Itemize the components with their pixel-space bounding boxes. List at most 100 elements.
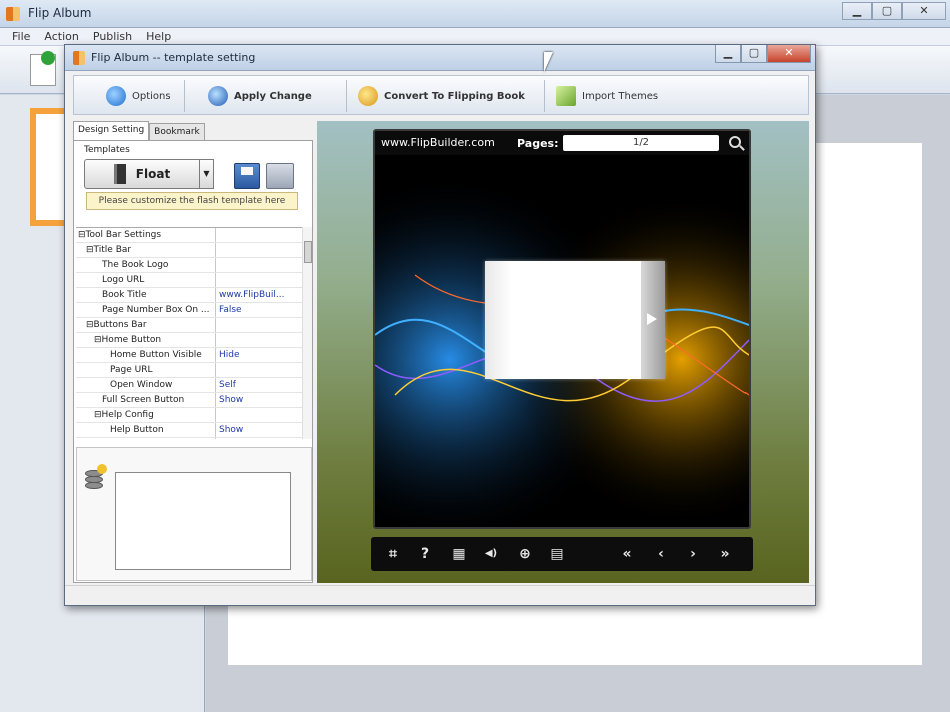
toolbar-separator [346, 80, 347, 112]
import-themes-button[interactable]: Import Themes [556, 84, 658, 108]
property-row[interactable]: ⊟Buttons Bar [76, 318, 302, 333]
menu-publish[interactable]: Publish [93, 28, 132, 45]
property-row[interactable]: Book Title www.FlipBuil... [76, 288, 302, 303]
apply-change-label: Apply Change [234, 90, 312, 102]
last-page-icon[interactable]: » [715, 544, 735, 564]
flip-album-app-icon [6, 7, 20, 21]
description-box [115, 472, 291, 570]
sound-icon[interactable]: ◀) [481, 544, 501, 564]
main-window-title: Flip Album [28, 6, 92, 20]
property-row[interactable]: ⊟Help Config [76, 408, 302, 423]
save-template-icon[interactable] [234, 163, 260, 189]
main-minimize-button[interactable]: ▁ [842, 2, 872, 20]
template-select[interactable]: Float ▼ [84, 159, 218, 189]
mouse-cursor-icon [544, 52, 553, 72]
tab-bookmark[interactable]: Bookmark [149, 123, 205, 141]
property-row[interactable]: Open Window Self [76, 378, 302, 393]
dialog-titlebar[interactable]: Flip Album -- template setting ▁ ▢ ✕ [65, 45, 815, 71]
search-icon[interactable] [729, 136, 741, 148]
bookmark-icon[interactable]: ▤ [547, 544, 567, 564]
main-titlebar: Flip Album ▁ ▢ ✕ [0, 0, 950, 28]
property-name: ⊟Help Config [76, 408, 216, 422]
dialog-maximize-button[interactable]: ▢ [741, 45, 767, 63]
property-value[interactable] [216, 258, 302, 272]
property-row[interactable]: ⊟Home Button [76, 333, 302, 348]
fullscreen-icon[interactable]: ⌗ [383, 544, 403, 564]
property-value[interactable]: Hide [216, 348, 302, 362]
book-page[interactable] [485, 261, 665, 379]
property-row[interactable]: Help Button Show [76, 423, 302, 438]
property-name: Help Content File [76, 438, 216, 439]
dialog-minimize-button[interactable]: ▁ [715, 45, 741, 63]
property-row[interactable]: The Book Logo [76, 258, 302, 273]
description-area [76, 447, 312, 581]
property-value[interactable] [216, 243, 302, 257]
property-value[interactable] [216, 363, 302, 377]
template-dropdown-arrow[interactable]: ▼ [200, 159, 214, 189]
property-value[interactable] [216, 408, 302, 422]
help-icon[interactable]: ? [415, 544, 435, 564]
property-row[interactable]: Page URL [76, 363, 302, 378]
dialog-title: Flip Album -- template setting [91, 51, 256, 64]
scrollbar-thumb[interactable] [304, 241, 312, 263]
refresh-icon [208, 86, 228, 106]
settings-tabs: Design Setting Bookmark [73, 121, 205, 141]
main-maximize-button[interactable]: ▢ [872, 2, 902, 20]
toolbar-separator [544, 80, 545, 112]
property-value[interactable] [216, 318, 302, 332]
property-name: Logo URL [76, 273, 216, 287]
property-grid-scrollbar[interactable] [302, 227, 312, 439]
menu-file[interactable]: File [12, 28, 30, 45]
property-value[interactable] [216, 273, 302, 287]
convert-to-flipping-book-button[interactable]: Convert To Flipping Book [358, 84, 525, 108]
thumbnails-icon[interactable]: ▦ [449, 544, 469, 564]
database-icon [85, 464, 107, 492]
next-page-arrow-icon [647, 313, 657, 325]
property-value[interactable]: www.FlipBuil... [216, 288, 302, 302]
toolbar-separator [184, 80, 185, 112]
property-row[interactable]: Help Content File [76, 438, 302, 439]
property-name: ⊟Tool Bar Settings [76, 228, 216, 242]
property-value[interactable]: Self [216, 378, 302, 392]
flipbook-header: www.FlipBuilder.com Pages: 1/2 [375, 131, 749, 155]
dialog-status-bar [65, 585, 815, 605]
property-row[interactable]: Home Button Visible Hide [76, 348, 302, 363]
first-page-icon[interactable]: « [617, 544, 637, 564]
template-select-value[interactable]: Float [84, 159, 200, 189]
property-name: Open Window [76, 378, 216, 392]
property-name: Full Screen Button [76, 393, 216, 407]
flipbook-brand[interactable]: www.FlipBuilder.com [381, 136, 495, 149]
property-row[interactable]: ⊟Tool Bar Settings [76, 228, 302, 243]
property-value[interactable]: Show [216, 393, 302, 407]
page-flip-edge[interactable] [641, 261, 665, 379]
tab-design-setting[interactable]: Design Setting [73, 121, 150, 141]
property-name: Home Button Visible [76, 348, 216, 362]
edit-template-icon[interactable] [266, 163, 294, 189]
dialog-window-controls: ▁ ▢ ✕ [715, 45, 811, 63]
property-value[interactable] [216, 228, 302, 242]
zoom-icon[interactable]: ⊕ [515, 544, 535, 564]
property-row[interactable]: ⊟Title Bar [76, 243, 302, 258]
property-row[interactable]: Page Number Box On ... False [76, 303, 302, 318]
property-name: Page URL [76, 363, 216, 377]
property-value[interactable]: Show [216, 423, 302, 437]
property-row[interactable]: Full Screen Button Show [76, 393, 302, 408]
property-name: Help Button [76, 423, 216, 437]
book-icon [113, 164, 126, 184]
property-row[interactable]: Logo URL [76, 273, 302, 288]
previous-page-icon[interactable]: ‹ [651, 544, 671, 564]
apply-change-button[interactable]: Apply Change [208, 84, 312, 108]
main-window-controls: ▁ ▢ ✕ [842, 2, 946, 20]
options-button[interactable]: Options [106, 84, 171, 108]
menu-help[interactable]: Help [146, 28, 171, 45]
page-number-input[interactable]: 1/2 [563, 135, 719, 151]
property-value[interactable] [216, 438, 302, 439]
main-close-button[interactable]: ✕ [902, 2, 946, 20]
menu-action[interactable]: Action [44, 28, 78, 45]
property-value[interactable] [216, 333, 302, 347]
dialog-close-button[interactable]: ✕ [767, 45, 811, 63]
property-value[interactable]: False [216, 303, 302, 317]
add-page-icon[interactable] [30, 51, 56, 86]
next-page-icon[interactable]: › [683, 544, 703, 564]
property-name: ⊟Buttons Bar [76, 318, 216, 332]
